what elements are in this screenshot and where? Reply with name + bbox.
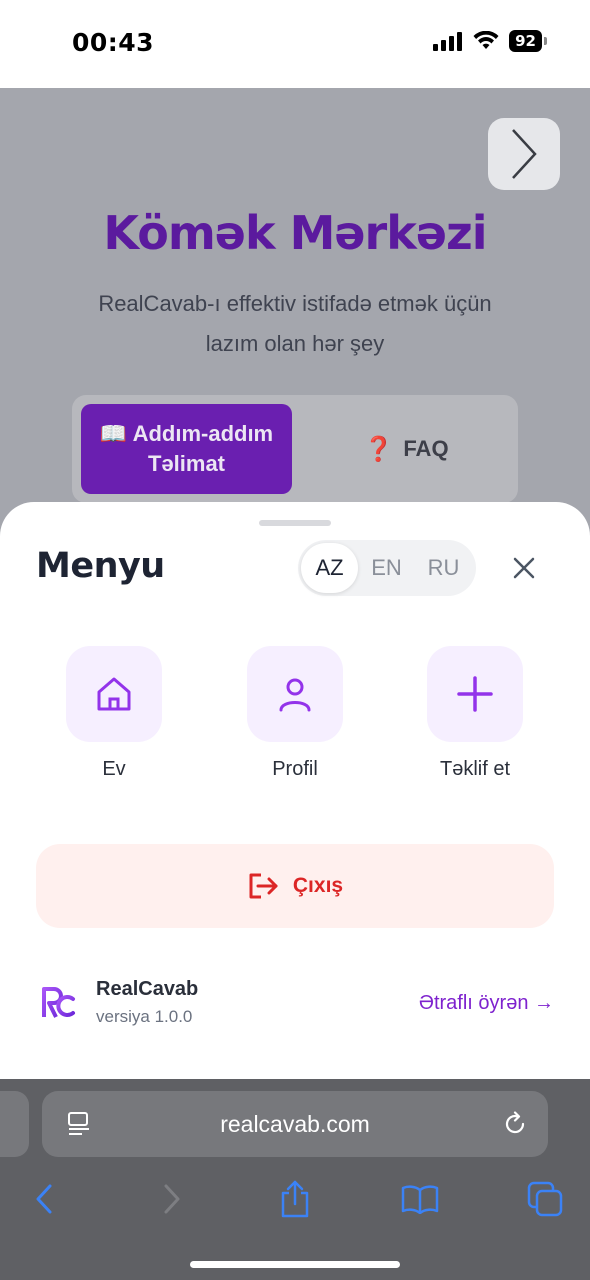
- tabs-button[interactable]: [525, 1179, 565, 1219]
- status-icons: 92: [433, 30, 547, 52]
- page-title: Kömək Mərkəzi: [103, 206, 487, 260]
- back-button[interactable]: [24, 1179, 64, 1219]
- bookmarks-button[interactable]: [400, 1179, 440, 1219]
- nav-icon-tile: [247, 646, 343, 742]
- signal-icon: [433, 32, 463, 51]
- browser-toolbar: realcavab.com: [0, 1079, 590, 1280]
- help-tabs: 📖 Addım-addım Təlimat ❓ FAQ: [72, 395, 518, 503]
- previous-tab-peek[interactable]: [0, 1091, 29, 1157]
- app-text: RealCavab versiya 1.0.0: [96, 978, 198, 1027]
- book-icon: 📖: [99, 421, 128, 446]
- chevron-left-icon: [36, 1184, 52, 1214]
- share-button[interactable]: [275, 1179, 315, 1219]
- share-icon: [281, 1180, 309, 1218]
- app-name: RealCavab: [96, 978, 199, 1000]
- logout-icon: [249, 873, 278, 899]
- wifi-icon: [473, 31, 499, 49]
- home-icon: [97, 677, 131, 711]
- user-icon: [279, 678, 311, 712]
- lang-option-ru[interactable]: RU: [415, 543, 472, 593]
- reader-icon[interactable]: [66, 1111, 92, 1137]
- lang-option-en[interactable]: EN: [358, 543, 415, 593]
- chevron-right-icon: [164, 1184, 180, 1214]
- menu-title: Menyu: [36, 546, 165, 586]
- app-logo-icon: [42, 986, 75, 1018]
- nav-label-profile: Profil: [272, 758, 318, 780]
- nav-item-suggest[interactable]: Təklif et: [405, 646, 545, 781]
- book-icon: [401, 1185, 439, 1214]
- menu-sheet: Menyu AZ EN RU Ev Profil Təklif et Çıxış…: [0, 502, 590, 1079]
- tabs-icon: [527, 1181, 563, 1217]
- help-center-page: Kömək Mərkəzi RealCavab-ı effektiv istif…: [0, 88, 590, 538]
- battery-indicator: 92: [509, 30, 547, 52]
- nav-icon-tile: [427, 646, 523, 742]
- nav-icon-tile: [66, 646, 162, 742]
- status-bar: 00:43 92: [0, 0, 590, 88]
- plus-icon: [457, 676, 493, 712]
- next-button[interactable]: [488, 118, 560, 190]
- nav-item-home[interactable]: Ev: [44, 646, 184, 781]
- nav-item-profile[interactable]: Profil: [225, 646, 365, 781]
- status-time: 00:43: [72, 28, 155, 57]
- question-icon: ❓: [363, 435, 394, 463]
- nav-label-home: Ev: [102, 758, 126, 780]
- tab-guide-label: Addım-addım Təlimat: [132, 421, 274, 476]
- reload-icon[interactable]: [502, 1111, 528, 1137]
- logout-label: Çıxış: [292, 874, 344, 897]
- sheet-grabber[interactable]: [259, 520, 331, 526]
- learn-more-link[interactable]: Ətraflı öyrən →: [419, 992, 554, 1015]
- home-indicator: [190, 1261, 400, 1268]
- app-info: RealCavab versiya 1.0.0: [40, 978, 198, 1027]
- language-switcher: AZ EN RU: [298, 540, 476, 596]
- close-button[interactable]: [506, 550, 542, 586]
- app-version: versiya 1.0.0: [96, 1007, 193, 1026]
- close-icon: [513, 557, 535, 579]
- nav-label-suggest: Təklif et: [439, 758, 511, 780]
- lang-option-az[interactable]: AZ: [301, 543, 358, 593]
- page-subtitle: RealCavab-ı effektiv istifadə etmək üçün…: [98, 291, 492, 356]
- url-text: realcavab.com: [220, 1111, 370, 1137]
- forward-button[interactable]: [152, 1179, 192, 1219]
- tab-faq[interactable]: ❓ FAQ: [302, 404, 510, 494]
- address-bar[interactable]: realcavab.com: [42, 1091, 548, 1157]
- tab-guide[interactable]: 📖 Addım-addım Təlimat: [81, 404, 292, 494]
- tab-faq-label: FAQ: [403, 436, 449, 461]
- chevron-right-icon: [512, 129, 537, 179]
- logout-button[interactable]: Çıxış: [36, 844, 554, 928]
